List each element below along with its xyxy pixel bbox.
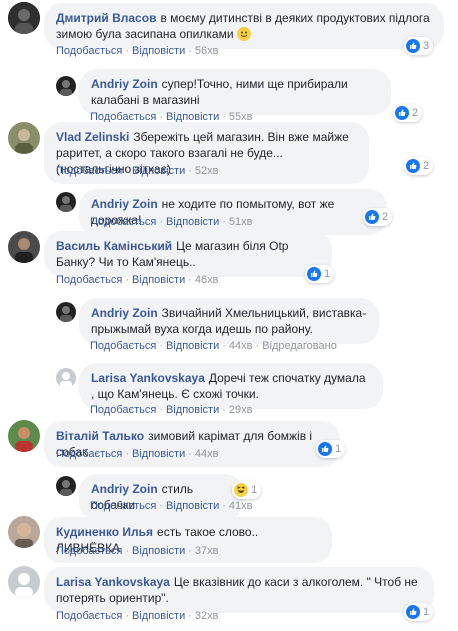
reaction-count[interactable]: 3 — [404, 37, 434, 55]
reply-button[interactable]: Відповісти — [166, 404, 219, 416]
like-button[interactable]: Подобається — [56, 545, 122, 557]
comment-bubble: Andriy Zoin стиль собачки — [79, 474, 243, 520]
comment-actions: Подобається · Відповісти · 51хв — [90, 216, 253, 228]
comment-time[interactable]: 44хв — [195, 448, 219, 460]
comment-author[interactable]: Andriy Zoin — [91, 197, 158, 211]
comment-bubble: Andriy Zoin Звичайний Хмельницький, виста… — [79, 298, 379, 344]
comment-bubble: Віталій Талько зимовий карімат для бомжів… — [44, 421, 340, 467]
comment-time[interactable]: 56хв — [195, 45, 219, 57]
like-button[interactable]: Подобається — [90, 340, 156, 352]
comment-author[interactable]: Vlad Zelinski — [56, 130, 129, 144]
comment-time[interactable]: 52хв — [195, 165, 219, 177]
comment-time[interactable]: 44хв — [229, 340, 253, 352]
comment-author[interactable]: Larisa Yankovskaya — [56, 575, 170, 589]
comment-actions: Подобається · Відповісти · 56хв — [56, 45, 219, 57]
reply-button[interactable]: Відповісти — [132, 545, 185, 557]
smile-emoji-icon — [236, 27, 251, 41]
reply-button[interactable]: Відповісти — [166, 340, 219, 352]
comment-bubble: Дмитрий Власов в моєму дитинстві в деяких… — [44, 3, 444, 49]
like-icon — [406, 159, 420, 173]
avatar[interactable] — [56, 368, 76, 388]
reply-button[interactable]: Відповісти — [132, 448, 185, 460]
comment-time[interactable]: 46хв — [195, 274, 219, 286]
comment-actions: Подобається · Відповісти · 37хв — [56, 545, 219, 557]
reply-button[interactable]: Відповісти — [166, 216, 219, 228]
avatar[interactable] — [8, 122, 40, 154]
reaction-count[interactable]: 2 — [404, 157, 434, 175]
reply-button[interactable]: Відповісти — [132, 610, 185, 622]
comment-time[interactable]: 41хв — [229, 500, 253, 512]
comment-author[interactable]: Кудиненко Илья — [56, 525, 153, 539]
comment-author[interactable]: Andriy Zoin — [91, 77, 158, 91]
comment-author[interactable]: Larisa Yankovskaya — [91, 371, 205, 385]
like-button[interactable]: Подобається — [90, 500, 156, 512]
comment-actions: Подобається · Відповісти · 41хв — [90, 500, 253, 512]
reaction-count[interactable]: 1 — [404, 603, 434, 621]
like-button[interactable]: Подобається — [56, 45, 122, 57]
comment-bubble: Larisa Yankovskaya Доречі теж спочатку ду… — [79, 363, 383, 409]
edited-label[interactable]: Відредаговано — [262, 340, 337, 352]
like-button[interactable]: Подобається — [90, 404, 156, 416]
like-button[interactable]: Подобається — [56, 610, 122, 622]
like-icon — [307, 267, 321, 281]
comment-time[interactable]: 29хв — [229, 404, 253, 416]
reaction-count[interactable]: 1 — [316, 440, 346, 458]
avatar[interactable] — [56, 76, 76, 96]
avatar[interactable] — [8, 420, 40, 452]
avatar[interactable] — [56, 302, 76, 322]
like-button[interactable]: Подобається — [56, 165, 122, 177]
comment-actions: Подобається · Відповісти · 29хв — [90, 404, 253, 416]
reply-button[interactable]: Відповісти — [132, 165, 185, 177]
like-button[interactable]: Подобається — [90, 216, 156, 228]
reply-button[interactable]: Відповісти — [132, 274, 185, 286]
like-icon — [365, 210, 379, 224]
avatar[interactable] — [8, 231, 40, 263]
reaction-count[interactable]: 1 — [232, 481, 262, 499]
comment-bubble: Andriy Zoin не ходите по помытому, вот же… — [79, 189, 387, 235]
reply-button[interactable]: Відповісти — [166, 500, 219, 512]
comment-actions: Подобається · Відповісти · 52хв — [56, 165, 219, 177]
reply-button[interactable]: Відповісти — [132, 45, 185, 57]
avatar[interactable] — [8, 566, 40, 598]
avatar[interactable] — [8, 516, 40, 548]
like-icon — [406, 39, 420, 53]
comment-actions: Подобається · Відповісти · 32хв — [56, 610, 219, 622]
comment-author[interactable]: Andriy Zoin — [91, 482, 158, 496]
comment-bubble: Василь Камінський Це магазин біля Otp Бан… — [44, 231, 332, 277]
comment-bubble: Andriy Zoin супер!Точно, ними ще прибирал… — [79, 69, 391, 115]
like-button[interactable]: Подобається — [56, 274, 122, 286]
comment-actions: Подобається · Відповісти · 44хв · Відредагован… — [90, 340, 337, 352]
like-icon — [318, 442, 332, 456]
comment-time[interactable]: 51хв — [229, 216, 253, 228]
comment-actions: Подобається · Відповісти · 44хв — [56, 448, 219, 460]
like-button[interactable]: Подобається — [56, 448, 122, 460]
haha-icon — [234, 483, 248, 497]
like-icon — [395, 106, 409, 120]
avatar[interactable] — [56, 192, 76, 212]
comment-time[interactable]: 37хв — [195, 545, 219, 557]
like-icon — [406, 605, 420, 619]
comment-author[interactable]: Andriy Zoin — [91, 306, 158, 320]
comment-author[interactable]: Василь Камінський — [56, 239, 172, 253]
reaction-count[interactable]: 2 — [363, 208, 393, 226]
comment-time[interactable]: 32хв — [195, 610, 219, 622]
comment-author[interactable]: Дмитрий Власов — [56, 11, 156, 25]
avatar[interactable] — [56, 476, 76, 496]
comment-author[interactable]: Віталій Талько — [56, 429, 144, 443]
reaction-count[interactable]: 1 — [305, 265, 335, 283]
reaction-count[interactable]: 2 — [393, 104, 423, 122]
comment-bubble: Larisa Yankovskaya Це вказівник до каси з… — [44, 567, 434, 613]
comment-actions: Подобається · Відповісти · 46хв — [56, 274, 219, 286]
avatar[interactable] — [8, 2, 40, 34]
